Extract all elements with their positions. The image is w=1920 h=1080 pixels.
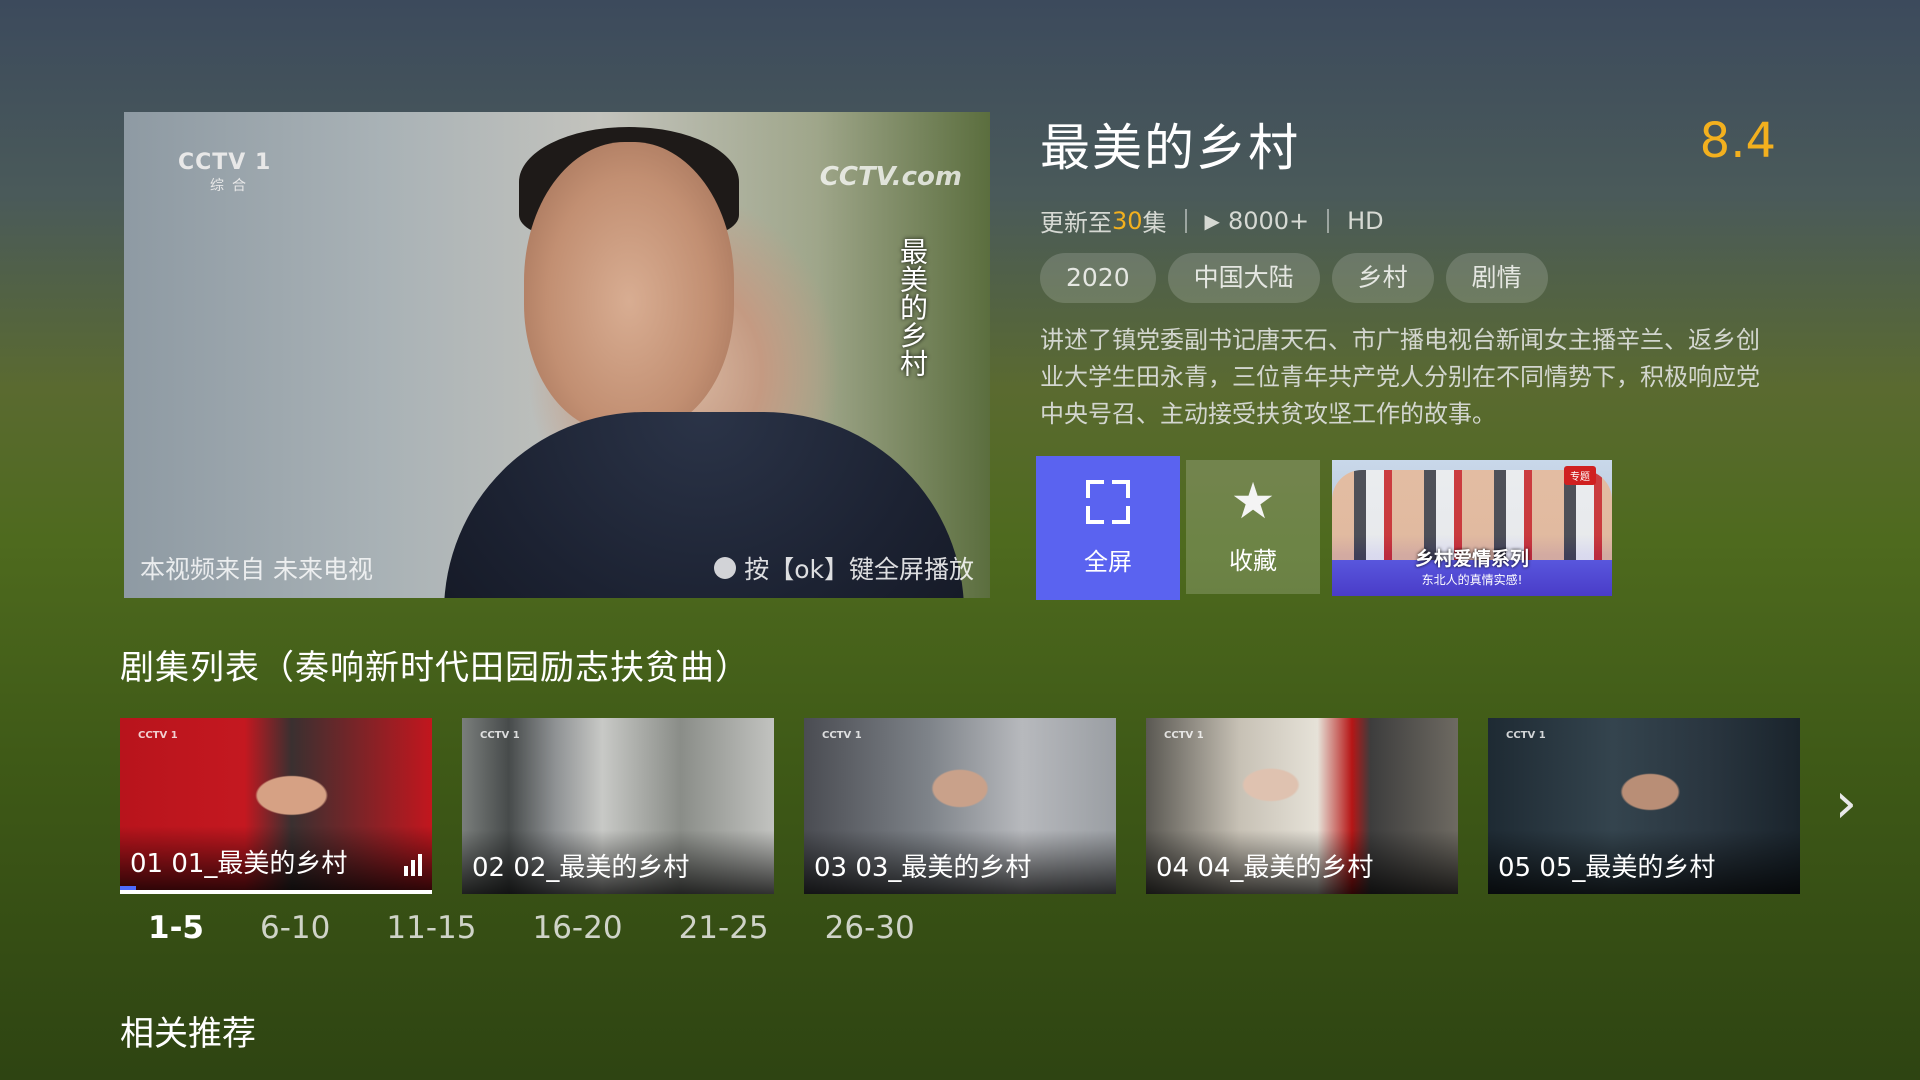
thumb-channel-logo: CCTV 1 bbox=[1506, 730, 1546, 741]
range-tab-26-30[interactable]: 26-30 bbox=[825, 910, 915, 946]
thumb-channel-logo: CCTV 1 bbox=[1164, 730, 1204, 741]
divider bbox=[1327, 208, 1330, 233]
promo-subtitle: 东北人的真情实感! bbox=[1421, 573, 1523, 587]
thumb-channel-logo: CCTV 1 bbox=[480, 730, 520, 741]
promo-badge: 专题 bbox=[1564, 466, 1596, 485]
range-tab-21-25[interactable]: 21-25 bbox=[679, 910, 769, 946]
star-icon: ★ bbox=[1230, 471, 1276, 530]
episode-range-tabs: 1-5 6-10 11-15 16-20 21-25 26-30 bbox=[148, 910, 971, 946]
divider bbox=[1184, 208, 1187, 233]
episode-label: 03 03_最美的乡村 bbox=[814, 853, 1032, 883]
ok-icon bbox=[714, 557, 737, 579]
tag-theme[interactable]: 乡村 bbox=[1331, 253, 1434, 303]
channel-logo: CCTV 1 综合 bbox=[178, 150, 272, 194]
thumb-channel-logo: CCTV 1 bbox=[822, 730, 862, 741]
rating-score: 8.4 bbox=[1699, 113, 1776, 169]
show-meta: 更新至 30 集 ▶ 8000+ HD bbox=[1040, 203, 1384, 238]
playing-bars-icon bbox=[404, 854, 422, 876]
play-count: 8000+ bbox=[1227, 206, 1310, 235]
episode-card-2[interactable]: CCTV 1 02 02_最美的乡村 bbox=[462, 718, 774, 894]
episode-label: 02 02_最美的乡村 bbox=[472, 853, 690, 883]
promo-title: 乡村爱情系列 bbox=[1414, 548, 1529, 570]
episode-card-5[interactable]: CCTV 1 05 05_最美的乡村 bbox=[1488, 718, 1800, 894]
fullscreen-hint: 按【ok】键全屏播放 bbox=[714, 550, 974, 586]
update-count: 30 bbox=[1112, 206, 1143, 235]
show-description: 讲述了镇党委副书记唐天石、市广播电视台新闻女主播辛兰、返乡创业大学生田永青，三位… bbox=[1040, 326, 1760, 428]
range-tab-11-15[interactable]: 11-15 bbox=[386, 910, 476, 946]
fullscreen-button[interactable]: 全屏 bbox=[1036, 456, 1180, 600]
favorite-label: 收藏 bbox=[1229, 546, 1277, 575]
video-source-text: 本视频来自 未来电视 bbox=[140, 555, 373, 584]
favorite-button[interactable]: ★ 收藏 bbox=[1186, 460, 1320, 594]
chevron-right-icon[interactable]: › bbox=[1826, 774, 1866, 834]
play-icon: ▶ bbox=[1204, 208, 1220, 233]
tag-year[interactable]: 2020 bbox=[1040, 253, 1156, 303]
vertical-title: 最美的乡村 bbox=[896, 237, 929, 377]
episode-label: 05 05_最美的乡村 bbox=[1498, 853, 1716, 883]
update-prefix: 更新至 bbox=[1040, 209, 1112, 237]
range-tab-16-20[interactable]: 16-20 bbox=[532, 910, 622, 946]
episode-card-1[interactable]: CCTV 1 01 01_最美的乡村 bbox=[120, 718, 432, 894]
player-frame-decor bbox=[524, 142, 734, 432]
thumb-channel-logo: CCTV 1 bbox=[138, 730, 178, 741]
related-section-title: 相关推荐 bbox=[120, 1014, 256, 1054]
fullscreen-label: 全屏 bbox=[1084, 547, 1132, 576]
update-suffix: 集 bbox=[1142, 209, 1167, 237]
tag-region[interactable]: 中国大陆 bbox=[1167, 253, 1320, 303]
promo-banner[interactable]: 专题 乡村爱情系列 东北人的真情实感! bbox=[1332, 460, 1612, 596]
episode-label: 04 04_最美的乡村 bbox=[1156, 853, 1374, 883]
episode-card-4[interactable]: CCTV 1 04 04_最美的乡村 bbox=[1146, 718, 1458, 894]
hint-text: 按【ok】键全屏播放 bbox=[744, 555, 974, 584]
channel-sub: 综合 bbox=[210, 178, 254, 194]
episode-label: 01 01_最美的乡村 bbox=[130, 849, 348, 879]
range-tab-6-10[interactable]: 6-10 bbox=[260, 910, 330, 946]
show-title: 最美的乡村 bbox=[1040, 119, 1300, 177]
range-tab-1-5[interactable]: 1-5 bbox=[148, 910, 204, 946]
episode-section-title: 剧集列表（奏响新时代田园励志扶贫曲） bbox=[120, 648, 750, 688]
episode-card-3[interactable]: CCTV 1 03 03_最美的乡村 bbox=[804, 718, 1116, 894]
watermark-logo: CCTV.com bbox=[819, 162, 962, 192]
video-player[interactable]: CCTV 1 综合 CCTV.com 最美的乡村 本视频来自 未来电视 按【ok… bbox=[124, 112, 990, 598]
tag-genre[interactable]: 剧情 bbox=[1445, 253, 1548, 303]
quality-label: HD bbox=[1347, 206, 1384, 235]
episode-list: CCTV 1 01 01_最美的乡村 CCTV 1 02 02_最美的乡村 CC… bbox=[120, 718, 1800, 894]
tag-list: 2020 中国大陆 乡村 剧情 bbox=[1040, 253, 1548, 303]
expand-icon bbox=[1086, 479, 1130, 524]
